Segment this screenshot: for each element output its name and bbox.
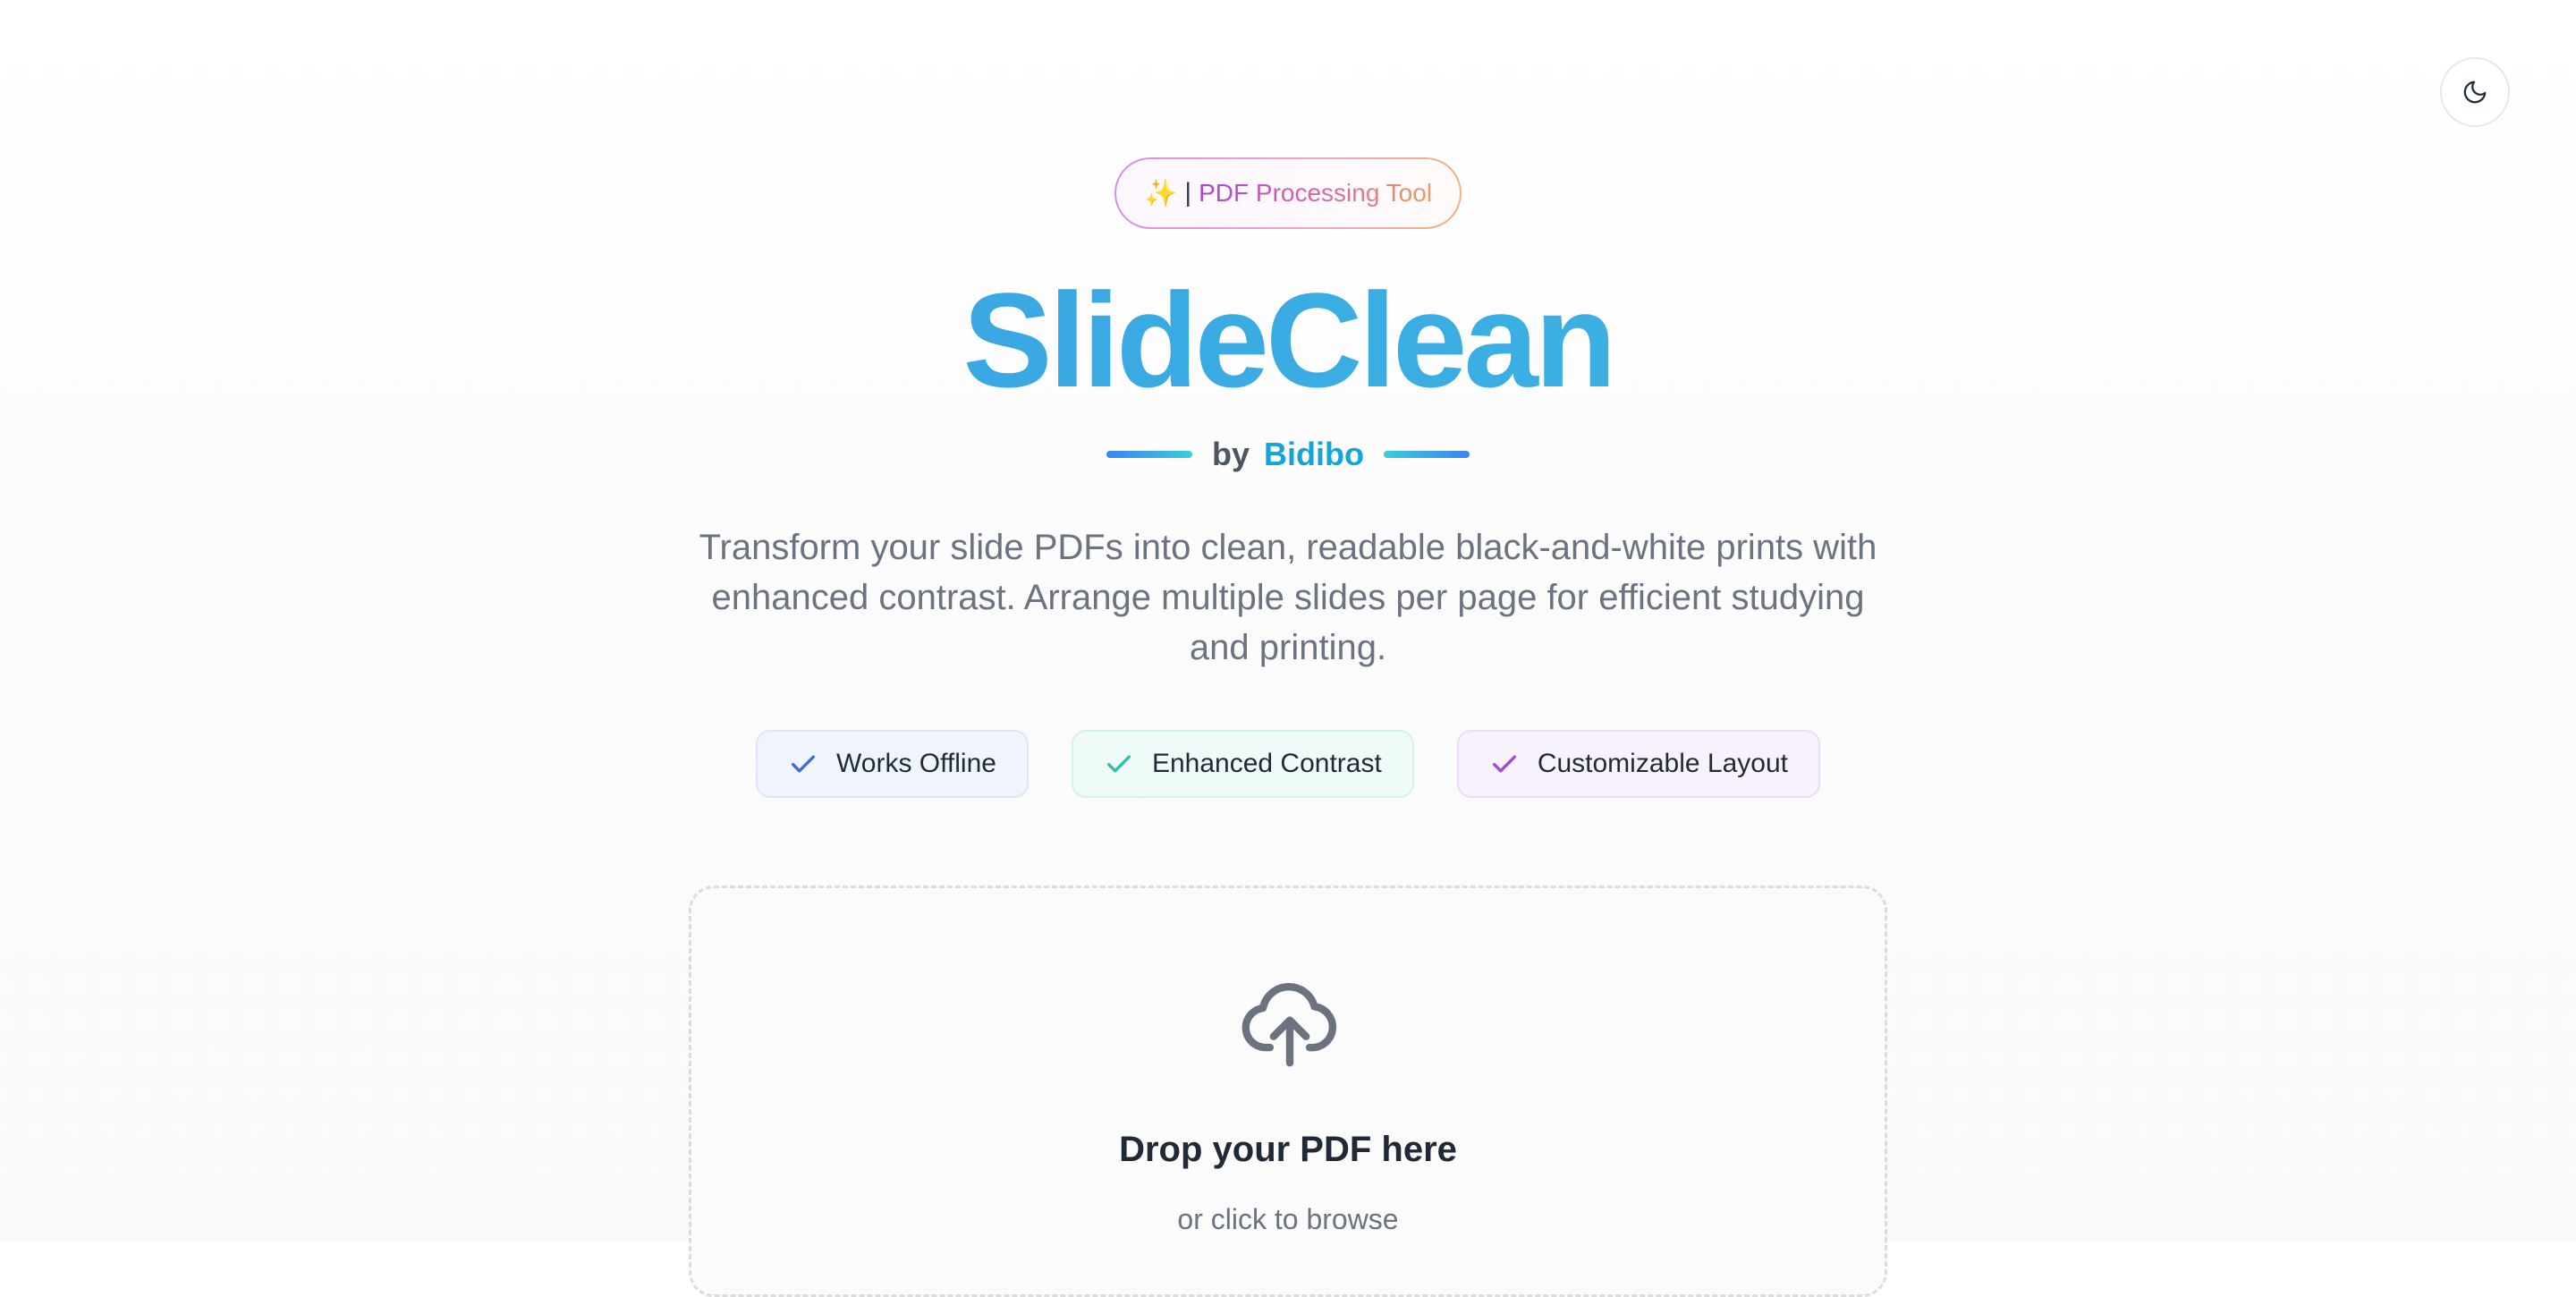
app-description: Transform your slide PDFs into clean, re… xyxy=(699,528,1877,667)
check-icon xyxy=(791,755,816,773)
feature-label: Enhanced Contrast xyxy=(1151,749,1382,778)
pdf-dropzone[interactable]: Drop your PDF here or click to browse xyxy=(689,886,1887,1297)
feature-label: Works Offline xyxy=(836,749,996,778)
dropzone-subtitle: or click to browse xyxy=(1177,1203,1399,1235)
byline-left-accent xyxy=(1106,451,1192,458)
byline-brand: Bidibo xyxy=(1264,436,1364,472)
app-title: SlideClean xyxy=(0,259,2576,420)
feature-enhanced-contrast: Enhanced Contrast xyxy=(1071,730,1414,798)
badge-label: PDF Processing Tool xyxy=(1199,179,1433,207)
byline: by Bidibo xyxy=(0,429,2576,479)
feature-label: Customizable Layout xyxy=(1537,749,1788,778)
feature-works-offline: Works Offline xyxy=(756,730,1029,798)
sparkle-icon: ✨ xyxy=(1143,178,1178,208)
feature-customizable-layout: Customizable Layout xyxy=(1456,730,1820,798)
moon-icon xyxy=(2463,81,2487,104)
byline-right-accent xyxy=(1384,451,1470,458)
cloud-upload-icon xyxy=(1241,982,1337,1067)
dropzone-title: Drop your PDF here xyxy=(1119,1130,1457,1169)
check-icon xyxy=(1492,755,1516,773)
tool-badge: ✨ | PDF Processing Tool xyxy=(1114,157,1462,229)
badge-separator: | xyxy=(1184,178,1192,208)
check-icon xyxy=(1106,755,1131,773)
feature-list: Works Offline Enhanced Contrast Customiz… xyxy=(0,730,2576,798)
theme-toggle-button[interactable] xyxy=(2440,57,2510,127)
byline-by: by xyxy=(1212,436,1250,472)
